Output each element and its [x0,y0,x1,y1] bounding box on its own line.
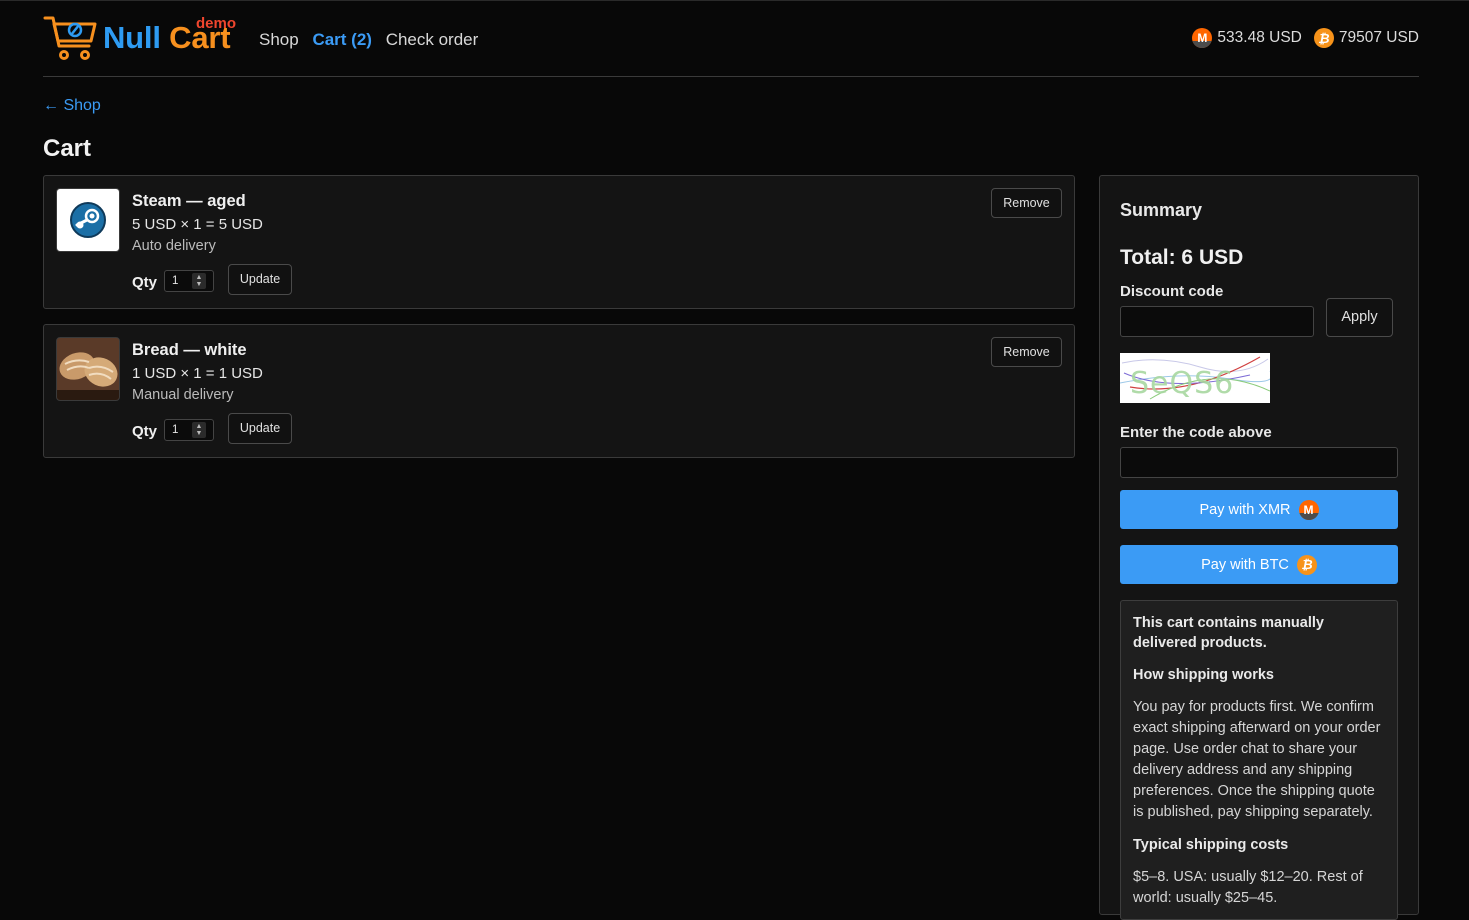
notice-heading: This cart contains manually delivered pr… [1133,615,1324,651]
exchange-rates: M 533.48 USD ₿ 79507 USD [1180,28,1419,48]
how-shipping-works-text: You pay for products first. We confirm e… [1133,699,1381,820]
bitcoin-icon: ₿ [1313,28,1334,48]
captcha-label: Enter the code above [1120,424,1272,441]
item-price-calc: 5 USD × 1 = 5 USD [132,216,263,233]
pay-xmr-label: Pay with XMR [1199,501,1291,518]
item-name[interactable]: Steam — aged [132,192,246,211]
captcha-input[interactable] [1120,447,1398,478]
nav-shop[interactable]: Shop [259,30,299,49]
typical-costs-text: $5–8. USA: usually $12–20. Rest of world… [1133,869,1363,906]
discount-code-label: Discount code [1120,283,1224,300]
header: Null Cart demo Shop Cart (2) Check order… [43,1,1419,77]
bread-photo-icon [57,338,119,400]
page: Null Cart demo Shop Cart (2) Check order… [43,1,1419,920]
quantity-stepper[interactable]: 1 ▲ ▼ [164,270,214,292]
main-nav: Shop Cart (2) Check order [259,30,487,50]
monero-icon: M [1298,499,1319,520]
update-button[interactable]: Update [228,264,292,295]
spinner-arrows-icon[interactable]: ▲ ▼ [192,422,206,438]
how-shipping-works-title: How shipping works [1133,667,1274,683]
logo-demo-badge: demo [196,15,237,32]
product-image-steam [56,188,120,252]
apply-discount-button[interactable]: Apply [1326,298,1393,337]
back-to-shop-link[interactable]: ← Shop [43,97,101,115]
product-image-bread [56,337,120,401]
xmr-price-value: 533.48 USD [1217,29,1302,46]
btc-price-value: 79507 USD [1338,29,1419,46]
xmr-price: M 533.48 USD [1192,28,1302,48]
quantity-value: 1 [172,424,179,436]
quantity-value: 1 [172,275,179,287]
typical-costs-title: Typical shipping costs [1133,837,1289,853]
item-name[interactable]: Bread — white [132,341,247,360]
nav-cart[interactable]: Cart (2) [312,30,372,49]
discount-code-input[interactable] [1120,306,1314,337]
steam-logo-icon [70,202,106,238]
cart-item: Steam — aged 5 USD × 1 = 5 USD Auto deli… [43,175,1075,309]
cart-item: Bread — white 1 USD × 1 = 1 USD Manual d… [43,324,1075,458]
cart-logo-icon [43,16,97,60]
item-delivery-type: Auto delivery [132,238,216,254]
item-delivery-type: Manual delivery [132,387,234,403]
captcha-image: SeQS6 [1120,353,1270,403]
pay-with-xmr-button[interactable]: Pay with XMR M [1120,490,1398,529]
monero-icon: M [1192,28,1213,48]
pay-btc-label: Pay with BTC [1201,556,1289,573]
remove-button[interactable]: Remove [991,337,1062,367]
remove-button[interactable]: Remove [991,188,1062,218]
shipping-notice: This cart contains manually delivered pr… [1120,600,1398,920]
spinner-arrows-icon[interactable]: ▲ ▼ [192,273,206,289]
site-logo[interactable]: Null Cart demo [43,14,239,62]
quantity-stepper[interactable]: 1 ▲ ▼ [164,419,214,441]
captcha-text: SeQS6 [1130,366,1234,401]
pay-with-btc-button[interactable]: Pay with BTC ₿ [1120,545,1398,584]
qty-label: Qty [132,274,158,291]
update-button[interactable]: Update [228,413,292,444]
btc-price: ₿ 79507 USD [1313,28,1419,48]
page-title: Cart [43,135,92,162]
bitcoin-icon: ₿ [1296,554,1317,575]
qty-label: Qty [132,423,158,440]
summary-panel: Summary Total: 6 USD Discount code Apply… [1099,175,1419,920]
summary-title: Summary [1120,200,1203,220]
item-price-calc: 1 USD × 1 = 1 USD [132,365,263,382]
nav-check-order[interactable]: Check order [386,30,479,49]
cart-total: Total: 6 USD [1120,246,1244,269]
